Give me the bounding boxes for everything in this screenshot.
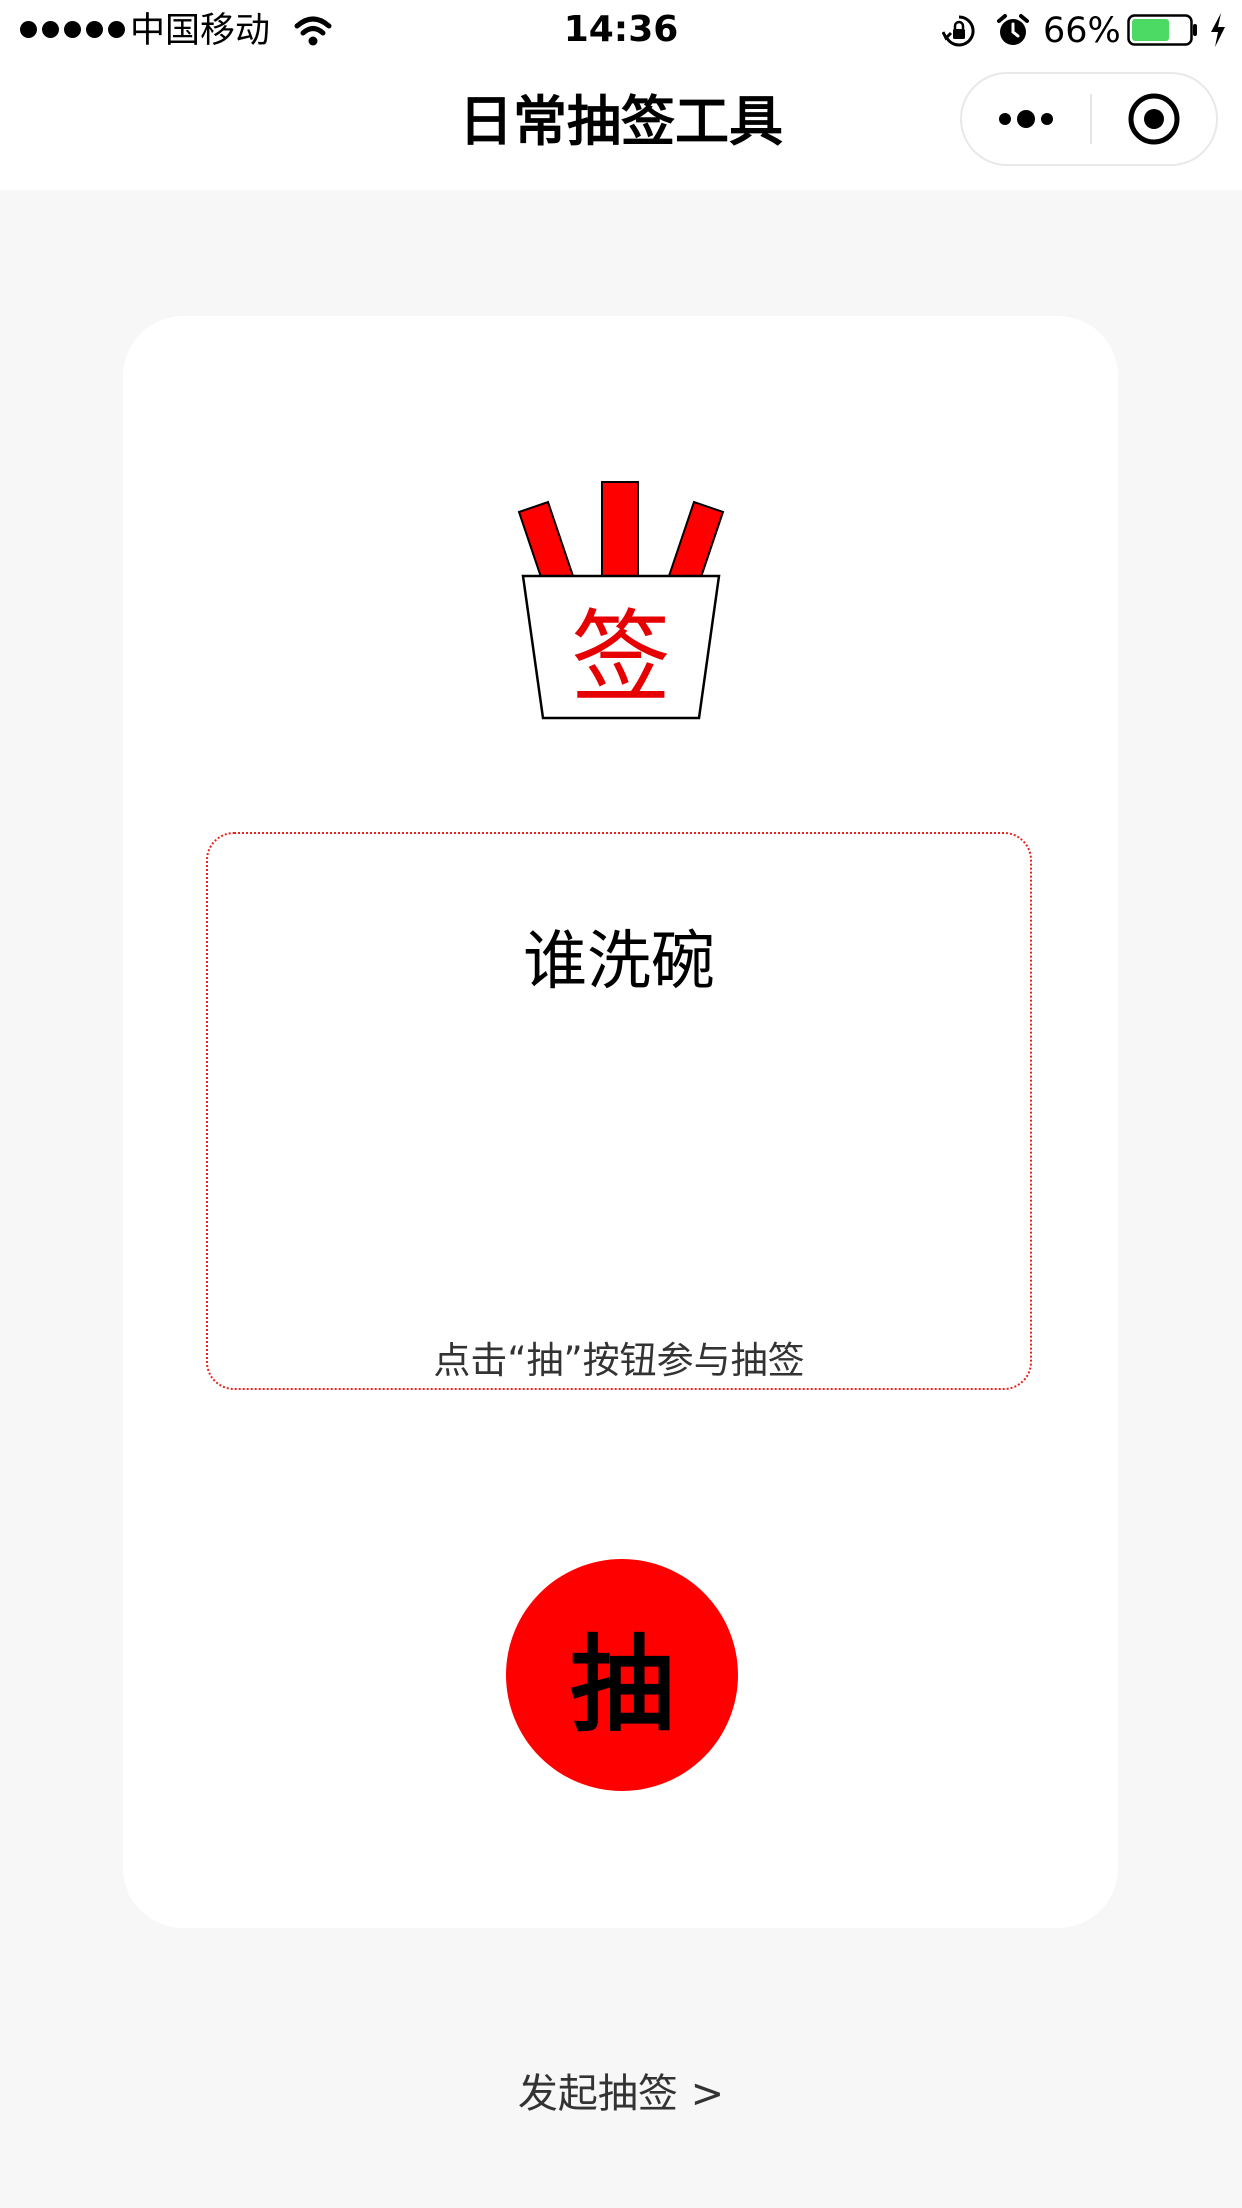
target-close-icon: [1128, 93, 1180, 145]
alarm-icon: [997, 14, 1029, 45]
nav-bar: 日常抽签工具: [0, 62, 1242, 190]
draw-hint: 点击“抽”按钮参与抽签: [433, 1339, 805, 1382]
draw-card: 签 谁洗碗 点击“抽”按钮参与抽签 抽: [123, 316, 1118, 1928]
orientation-lock-icon: [942, 15, 975, 47]
lot-bucket-icon: 签: [517, 481, 725, 720]
draw-button[interactable]: 抽: [506, 1559, 738, 1791]
draw-result-panel: 谁洗碗 点击“抽”按钮参与抽签: [206, 832, 1032, 1390]
close-button[interactable]: [1092, 74, 1216, 164]
draw-topic: 谁洗碗: [523, 925, 715, 999]
status-bar: 中国移动 14:36 66%: [0, 0, 1242, 62]
start-draw-link[interactable]: 发起抽签 >: [0, 2066, 1242, 2122]
battery-icon: [1127, 14, 1197, 46]
more-dots-icon: [1017, 110, 1035, 128]
mini-program-capsule: [960, 72, 1218, 166]
bucket-char: 签: [571, 599, 671, 716]
charging-icon: [1211, 13, 1225, 47]
battery-percentage: 66%: [1043, 11, 1121, 51]
more-button[interactable]: [962, 74, 1090, 164]
